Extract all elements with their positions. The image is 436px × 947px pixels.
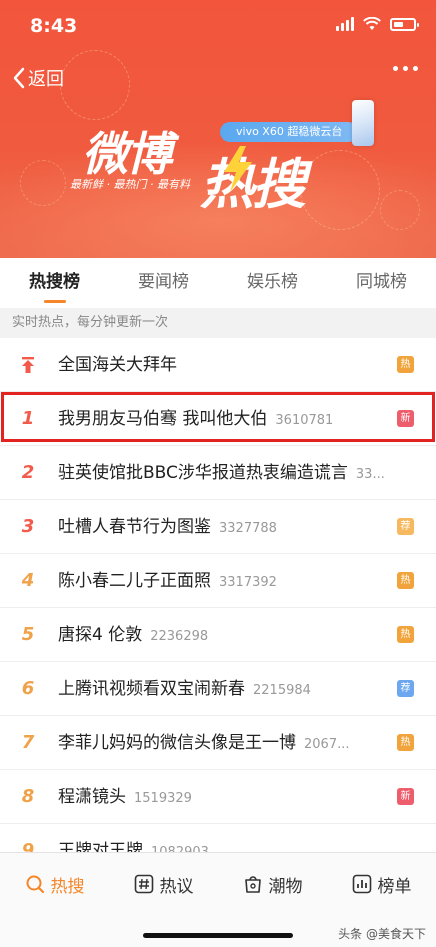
item-title: 上腾讯视频看双宝闹新春 2215984 — [58, 679, 311, 699]
chart-icon — [352, 874, 371, 894]
item-title: 唐探4 伦敦 2236298 — [58, 625, 209, 645]
home-indicator — [143, 933, 293, 938]
weibo-logo-text: 微博 — [82, 127, 172, 181]
chevron-left-icon — [13, 67, 25, 89]
signal-icon — [336, 17, 354, 31]
nav-label: 潮物 — [268, 876, 303, 897]
battery-icon — [390, 17, 419, 31]
list-item[interactable]: 5 唐探4 伦敦 2236298 热 — [0, 608, 436, 662]
category-tabs: 热搜榜 要闻榜 娱乐榜 同城榜 — [0, 258, 436, 308]
nav-trends[interactable]: 潮物 — [218, 853, 327, 915]
bag-icon — [244, 876, 261, 893]
tab-entertainment[interactable]: 娱乐榜 — [218, 258, 327, 308]
hot-search-list: 全国海关大拜年 热 1 我男朋友马伯骞 我叫他大伯 3610781 新 2 驻英使… — [0, 338, 436, 878]
pin-top-icon — [22, 357, 34, 373]
item-title: 陈小春二儿子正面照 3317392 — [58, 571, 277, 591]
item-title: 全国海关大拜年 — [58, 355, 177, 375]
nav-label: 热搜 — [50, 876, 85, 897]
hot-badge: 热 — [397, 734, 414, 751]
nav-hot-search[interactable]: 热搜 — [0, 853, 109, 915]
list-item[interactable]: 2 驻英使馆批BBC涉华报道热衷编造谎言 33... — [0, 446, 436, 500]
header-banner: 8:43 返回 微博 热搜 最新鲜 · 最热门 · 最有料 vivo X60 超… — [0, 0, 436, 258]
bottom-navigation: 热搜 热议 潮物 榜单 头条 @美食天下 — [0, 852, 436, 947]
search-count: 33... — [355, 467, 385, 482]
watermark: 头条 @美食天下 — [338, 927, 426, 941]
search-count: 3610781 — [275, 413, 334, 428]
rank-number: 6 — [21, 678, 35, 699]
firework-decoration — [300, 150, 380, 230]
search-icon — [26, 875, 44, 894]
hot-badge: 热 — [397, 572, 414, 589]
firework-decoration — [380, 190, 420, 230]
new-badge: 新 — [397, 788, 414, 805]
item-title: 驻英使馆批BBC涉华报道热衷编造谎言 33... — [58, 463, 385, 483]
nav-discussion[interactable]: 热议 — [109, 853, 218, 915]
hashtag-icon — [134, 874, 153, 894]
search-count: 3317392 — [219, 575, 277, 590]
search-count: 2215984 — [253, 683, 311, 698]
new-badge: 新 — [397, 410, 414, 427]
more-button[interactable] — [393, 66, 418, 71]
rank-number: 2 — [21, 462, 35, 483]
search-count: 2067... — [304, 737, 350, 752]
nav-rankings[interactable]: 榜单 — [327, 853, 436, 915]
tab-news[interactable]: 要闻榜 — [109, 258, 218, 308]
back-label: 返回 — [28, 69, 64, 90]
phone-image — [352, 100, 374, 146]
firework-decoration — [20, 160, 66, 206]
rank-number: 4 — [21, 570, 35, 591]
rank-number: 1 — [21, 408, 35, 429]
sponsor-banner[interactable]: vivo X60 超稳微云台 — [220, 122, 359, 142]
rank-number: 5 — [21, 624, 35, 645]
back-button[interactable]: 返回 — [12, 65, 64, 91]
item-title: 李菲儿妈妈的微信头像是王一博 2067... — [58, 733, 350, 753]
status-bar: 8:43 — [0, 0, 436, 52]
promoted-badge: 荐 — [397, 680, 414, 697]
status-time: 8:43 — [30, 15, 78, 37]
search-count: 3327788 — [219, 521, 277, 536]
hot-badge: 热 — [397, 356, 414, 373]
search-count: 1519329 — [134, 791, 192, 806]
update-notice: 实时热点，每分钟更新一次 — [0, 308, 436, 338]
list-item[interactable]: 8 程潇镜头 1519329 新 — [0, 770, 436, 824]
list-item[interactable]: 7 李菲儿妈妈的微信头像是王一博 2067... 热 — [0, 716, 436, 770]
list-item[interactable]: 6 上腾讯视频看双宝闹新春 2215984 荐 — [0, 662, 436, 716]
item-title: 吐槽人春节行为图鉴 3327788 — [58, 517, 277, 537]
list-item[interactable]: 1 我男朋友马伯骞 我叫他大伯 3610781 新 — [0, 392, 436, 446]
banner-slogan: 最新鲜 · 最热门 · 最有料 — [70, 178, 190, 191]
list-item[interactable]: 全国海关大拜年 热 — [0, 338, 436, 392]
search-count: 2236298 — [150, 629, 209, 644]
lightning-icon — [224, 146, 252, 192]
recommend-badge: 荐 — [397, 518, 414, 535]
hot-badge: 热 — [397, 626, 414, 643]
list-item[interactable]: 3 吐槽人春节行为图鉴 3327788 荐 — [0, 500, 436, 554]
item-title: 我男朋友马伯骞 我叫他大伯 3610781 — [58, 409, 334, 429]
rank-number: 7 — [21, 732, 35, 753]
firework-decoration — [60, 50, 130, 120]
item-title: 程潇镜头 1519329 — [58, 787, 192, 807]
wifi-icon — [363, 17, 381, 30]
list-item[interactable]: 4 陈小春二儿子正面照 3317392 热 — [0, 554, 436, 608]
tab-local[interactable]: 同城榜 — [327, 258, 436, 308]
rank-number: 3 — [21, 516, 35, 537]
nav-label: 榜单 — [377, 876, 412, 897]
nav-label: 热议 — [159, 876, 194, 897]
status-icons — [336, 17, 419, 31]
tab-hot-search[interactable]: 热搜榜 — [0, 258, 109, 308]
rank-number: 8 — [21, 786, 35, 807]
